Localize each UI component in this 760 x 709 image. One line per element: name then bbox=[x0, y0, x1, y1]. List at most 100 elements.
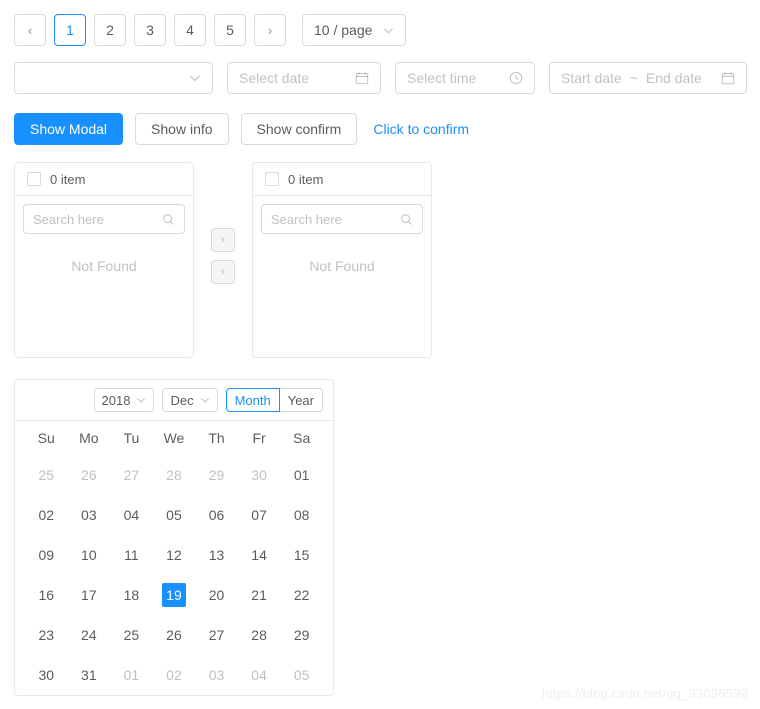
calendar-day-value: 25 bbox=[123, 627, 140, 643]
calendar-day-cell[interactable]: 25 bbox=[25, 455, 68, 495]
time-picker-placeholder: Select time bbox=[407, 70, 477, 86]
calendar-day-cell[interactable]: 05 bbox=[280, 655, 323, 695]
pagination-next-button[interactable]: › bbox=[254, 14, 286, 46]
calendar-day-cell[interactable]: 14 bbox=[238, 535, 281, 575]
transfer-component: 0 item Search here Not Found › ‹ 0 item bbox=[14, 162, 432, 358]
transfer-left-body: Search here Not Found bbox=[15, 196, 193, 357]
calendar-day-value: 07 bbox=[251, 507, 267, 523]
transfer-left-empty-text: Not Found bbox=[71, 258, 137, 274]
calendar-day-cell[interactable]: 16 bbox=[25, 575, 68, 615]
search-icon[interactable] bbox=[400, 213, 413, 226]
calendar-day-value: 05 bbox=[166, 507, 182, 523]
transfer-operation-buttons: › ‹ bbox=[205, 162, 241, 292]
calendar-day-value: 30 bbox=[38, 667, 55, 683]
pagination-page-4[interactable]: 4 bbox=[174, 14, 206, 46]
pagination-page-5[interactable]: 5 bbox=[214, 14, 246, 46]
calendar-day-value: 05 bbox=[293, 667, 310, 683]
calendar-day-selected: 19 bbox=[161, 583, 186, 607]
calendar-year-value: 2018 bbox=[101, 392, 131, 408]
page-size-select[interactable]: 10 / page bbox=[302, 14, 406, 46]
date-range-picker[interactable]: Start date ~ End date bbox=[549, 62, 747, 94]
calendar-day-cell[interactable]: 20 bbox=[195, 575, 238, 615]
calendar-day-cell[interactable]: 07 bbox=[238, 495, 281, 535]
transfer-right-select-all-checkbox[interactable] bbox=[265, 172, 279, 186]
calendar-day-cell[interactable]: 28 bbox=[238, 615, 281, 655]
calendar-day-value: 23 bbox=[38, 627, 55, 643]
transfer-left-search-input[interactable]: Search here bbox=[23, 204, 185, 234]
calendar-day-cell[interactable]: 04 bbox=[110, 495, 153, 535]
calendar-day-cell[interactable]: 31 bbox=[68, 655, 111, 695]
transfer-left-select-all-checkbox[interactable] bbox=[27, 172, 41, 186]
calendar-day-cell[interactable]: 11 bbox=[110, 535, 153, 575]
calendar-day-cell[interactable]: 30 bbox=[25, 655, 68, 695]
click-to-confirm-link[interactable]: Click to confirm bbox=[373, 121, 469, 137]
transfer-right-empty-text: Not Found bbox=[309, 258, 375, 274]
calendar-day-value: 01 bbox=[123, 667, 140, 683]
calendar-year-select[interactable]: 2018 bbox=[93, 388, 155, 412]
calendar-day-cell[interactable]: 29 bbox=[280, 615, 323, 655]
pagination-page-1[interactable]: 1 bbox=[54, 14, 86, 46]
calendar-day-value: 12 bbox=[166, 547, 182, 563]
calendar-day-value: 26 bbox=[81, 467, 97, 483]
calendar-day-cell[interactable]: 26 bbox=[68, 455, 111, 495]
transfer-left-search-placeholder: Search here bbox=[33, 211, 104, 227]
calendar-day-cell[interactable]: 01 bbox=[110, 655, 153, 695]
calendar-day-cell[interactable]: 09 bbox=[25, 535, 68, 575]
empty-select[interactable] bbox=[14, 62, 213, 94]
transfer-to-right-button[interactable]: › bbox=[211, 228, 235, 252]
calendar-day-cell[interactable]: 27 bbox=[110, 455, 153, 495]
calendar-day-cell[interactable]: 27 bbox=[195, 615, 238, 655]
calendar-day-cell[interactable]: 02 bbox=[153, 655, 196, 695]
calendar-day-value: 24 bbox=[81, 627, 97, 643]
date-picker-placeholder: Select date bbox=[239, 70, 310, 86]
calendar-mode-month-button[interactable]: Month bbox=[225, 388, 280, 412]
show-confirm-button[interactable]: Show confirm bbox=[240, 113, 358, 145]
search-icon[interactable] bbox=[162, 213, 175, 226]
calendar-day-cell[interactable]: 28 bbox=[153, 455, 196, 495]
calendar-day-cell[interactable]: 30 bbox=[238, 455, 281, 495]
calendar-day-cell[interactable]: 26 bbox=[153, 615, 196, 655]
calendar-day-cell[interactable]: 18 bbox=[110, 575, 153, 615]
calendar-day-cell[interactable]: 02 bbox=[25, 495, 68, 535]
chevron-down-icon bbox=[189, 72, 201, 84]
calendar-week-row: 23 24 25 26 27 28 29 bbox=[25, 615, 323, 655]
calendar-day-cell[interactable]: 06 bbox=[195, 495, 238, 535]
calendar-day-cell[interactable]: 23 bbox=[25, 615, 68, 655]
calendar-month-select[interactable]: Dec bbox=[162, 388, 218, 412]
calendar-day-cell[interactable]: 08 bbox=[280, 495, 323, 535]
calendar-icon bbox=[721, 71, 735, 85]
calendar-day-cell[interactable]: 03 bbox=[195, 655, 238, 695]
calendar-day-cell[interactable]: 25 bbox=[110, 615, 153, 655]
calendar-day-cell[interactable]: 01 bbox=[280, 455, 323, 495]
pagination-prev-button[interactable]: ‹ bbox=[14, 14, 46, 46]
calendar-day-cell[interactable]: 29 bbox=[195, 455, 238, 495]
calendar-day-cell[interactable]: 17 bbox=[68, 575, 111, 615]
pagination-page-2[interactable]: 2 bbox=[94, 14, 126, 46]
calendar-day-cell[interactable]: 15 bbox=[280, 535, 323, 575]
calendar-day-cell[interactable]: 12 bbox=[153, 535, 196, 575]
range-separator: ~ bbox=[629, 70, 638, 86]
date-picker[interactable]: Select date bbox=[227, 62, 381, 94]
calendar-day-cell[interactable]: 21 bbox=[238, 575, 281, 615]
show-info-button[interactable]: Show info bbox=[135, 113, 229, 145]
calendar-day-cell[interactable]: 19 bbox=[153, 575, 196, 615]
calendar-mode-year-button[interactable]: Year bbox=[279, 388, 323, 412]
calendar-panel: 2018 Dec Month Year Su Mo Tu We Th Fr Sa… bbox=[14, 379, 334, 696]
transfer-right-search-input[interactable]: Search here bbox=[261, 204, 423, 234]
calendar-day-value: 03 bbox=[208, 667, 225, 683]
calendar-day-value: 29 bbox=[293, 627, 310, 643]
calendar-body: 25 26 27 28 29 30 01 02 03 04 05 06 07 08 09 10 11 12 13 14… bbox=[25, 455, 323, 695]
transfer-to-left-button[interactable]: ‹ bbox=[211, 260, 235, 284]
pagination-page-3[interactable]: 3 bbox=[134, 14, 166, 46]
calendar-day-cell[interactable]: 10 bbox=[68, 535, 111, 575]
calendar-day-cell[interactable]: 03 bbox=[68, 495, 111, 535]
time-picker[interactable]: Select time bbox=[395, 62, 535, 94]
calendar-day-cell[interactable]: 22 bbox=[280, 575, 323, 615]
calendar-week-row: 16 17 18 19 20 21 22 bbox=[25, 575, 323, 615]
calendar-day-value: 15 bbox=[293, 547, 310, 563]
calendar-day-cell[interactable]: 05 bbox=[153, 495, 196, 535]
calendar-day-cell[interactable]: 13 bbox=[195, 535, 238, 575]
show-modal-button[interactable]: Show Modal bbox=[14, 113, 124, 145]
calendar-day-cell[interactable]: 04 bbox=[238, 655, 281, 695]
calendar-day-cell[interactable]: 24 bbox=[68, 615, 111, 655]
